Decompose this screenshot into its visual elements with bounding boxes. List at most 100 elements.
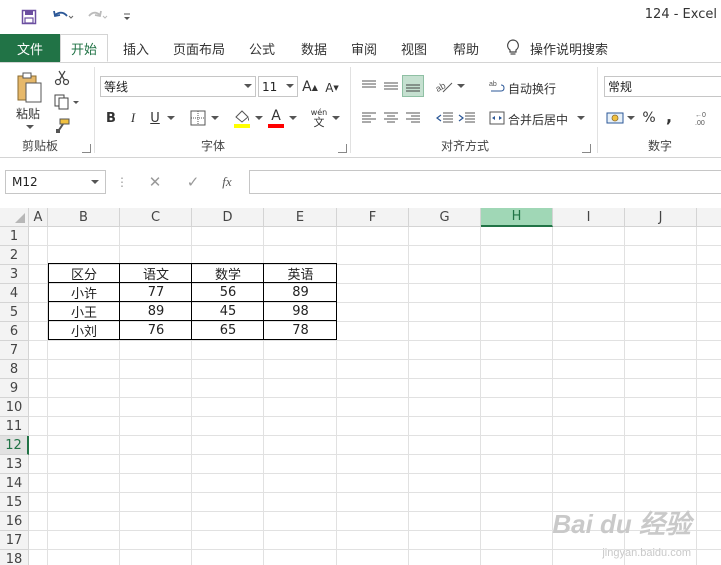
underline-button[interactable]: U	[146, 108, 164, 128]
italic-button[interactable]: I	[124, 108, 142, 128]
align-top-icon[interactable]	[358, 75, 380, 97]
increase-decimal-icon[interactable]: ←0.00	[692, 108, 721, 128]
copy-icon[interactable]	[52, 93, 82, 111]
tab-data[interactable]: 数据	[292, 34, 336, 62]
font-size-combo[interactable]: 11	[258, 76, 298, 97]
cell-d3[interactable]: 数学	[192, 264, 264, 283]
phonetic-guide-button[interactable]: wén 文	[308, 105, 330, 131]
merge-center-icon[interactable]	[488, 108, 506, 128]
underline-dropdown-icon[interactable]	[166, 113, 176, 123]
column-header-f[interactable]: F	[337, 208, 409, 227]
column-header-b[interactable]: B	[48, 208, 120, 227]
orientation-dropdown-icon[interactable]	[456, 81, 466, 91]
format-painter-icon[interactable]	[52, 117, 72, 135]
tab-file[interactable]: 文件	[0, 34, 60, 62]
column-header-c[interactable]: C	[120, 208, 192, 227]
shrink-font-button[interactable]: A ▼	[324, 79, 340, 97]
cell-d5[interactable]: 45	[192, 302, 264, 321]
bold-button[interactable]: B	[102, 108, 120, 128]
grow-font-button[interactable]: A ▲	[302, 77, 318, 97]
paste-label[interactable]: 粘贴	[16, 105, 40, 122]
fill-color-dropdown-icon[interactable]	[254, 113, 264, 123]
row-header-15[interactable]: 15	[0, 493, 29, 512]
paste-dropdown-icon[interactable]	[26, 123, 34, 131]
row-header-12[interactable]: 12	[0, 436, 29, 455]
save-icon[interactable]	[18, 6, 40, 28]
row-header-10[interactable]: 10	[0, 398, 29, 417]
orientation-icon[interactable]: ab	[434, 75, 456, 97]
font-color-button[interactable]: A	[266, 107, 286, 129]
font-name-combo[interactable]: 等线	[100, 76, 256, 97]
row-header-8[interactable]: 8	[0, 360, 29, 379]
wrap-text-icon[interactable]: ab	[488, 77, 506, 97]
row-header-17[interactable]: 17	[0, 531, 29, 550]
alignment-launcher-icon[interactable]	[582, 144, 591, 153]
cell-e6[interactable]: 78	[264, 321, 337, 340]
row-header-11[interactable]: 11	[0, 417, 29, 436]
merge-dropdown-icon[interactable]	[576, 113, 586, 123]
paste-icon[interactable]	[12, 69, 46, 105]
column-header-a[interactable]: A	[29, 208, 48, 227]
row-header-5[interactable]: 5	[0, 303, 29, 322]
redo-icon[interactable]	[84, 6, 110, 28]
cell-e3[interactable]: 英语	[264, 264, 337, 283]
percent-style-button[interactable]: %	[640, 108, 658, 128]
row-header-3[interactable]: 3	[0, 265, 29, 284]
column-header-i[interactable]: I	[553, 208, 625, 227]
tab-view[interactable]: 视图	[392, 34, 436, 62]
confirm-entry-icon[interactable]: ✓	[182, 170, 204, 194]
column-header-d[interactable]: D	[192, 208, 264, 227]
row-header-14[interactable]: 14	[0, 474, 29, 493]
cancel-entry-icon[interactable]: ✕	[144, 170, 166, 194]
font-color-dropdown-icon[interactable]	[288, 113, 298, 123]
cell-c3[interactable]: 语文	[120, 264, 192, 283]
align-right-icon[interactable]	[402, 108, 424, 128]
cell-c5[interactable]: 89	[120, 302, 192, 321]
tab-review[interactable]: 审阅	[342, 34, 386, 62]
cell-d4[interactable]: 56	[192, 283, 264, 302]
cell-c6[interactable]: 76	[120, 321, 192, 340]
row-header-9[interactable]: 9	[0, 379, 29, 398]
align-center-icon[interactable]	[380, 108, 402, 128]
font-launcher-icon[interactable]	[338, 144, 347, 153]
row-header-13[interactable]: 13	[0, 455, 29, 474]
cell-b5[interactable]: 小王	[48, 302, 120, 321]
column-header-j[interactable]: J	[625, 208, 697, 227]
tell-me-search[interactable]: 操作说明搜索	[528, 34, 610, 62]
row-header-2[interactable]: 2	[0, 246, 29, 265]
tab-insert[interactable]: 插入	[113, 34, 159, 62]
row-header-16[interactable]: 16	[0, 512, 29, 531]
lightbulb-icon[interactable]	[502, 34, 524, 62]
name-box[interactable]: M12	[5, 170, 106, 194]
row-header-1[interactable]: 1	[0, 227, 29, 246]
cell-b4[interactable]: 小许	[48, 283, 120, 302]
row-header-6[interactable]: 6	[0, 322, 29, 341]
worksheet-grid[interactable]: A B C D E F G H I J 1 2 3 4 5 6 7 8 9 10…	[0, 208, 721, 565]
row-header-4[interactable]: 4	[0, 284, 29, 303]
merge-center-label[interactable]: 合并后居中	[508, 111, 568, 128]
number-format-combo[interactable]: 常规	[604, 76, 721, 97]
borders-icon[interactable]	[188, 108, 208, 128]
phonetic-dropdown-icon[interactable]	[331, 113, 341, 123]
column-header-g[interactable]: G	[409, 208, 481, 227]
undo-icon[interactable]	[50, 6, 76, 28]
tab-help[interactable]: 帮助	[444, 34, 488, 62]
formula-input[interactable]	[249, 170, 721, 194]
tab-page-layout[interactable]: 页面布局	[166, 34, 232, 62]
wrap-text-label[interactable]: 自动换行	[508, 80, 556, 97]
row-header-18[interactable]: 18	[0, 550, 29, 565]
borders-dropdown-icon[interactable]	[210, 113, 220, 123]
clipboard-launcher-icon[interactable]	[82, 144, 91, 153]
comma-style-button[interactable]: ,	[662, 106, 676, 126]
accounting-dropdown-icon[interactable]	[626, 113, 636, 123]
column-header-e[interactable]: E	[264, 208, 337, 227]
fill-color-icon[interactable]	[232, 107, 252, 129]
formula-bar-grip-icon[interactable]: ⋮	[116, 170, 128, 194]
decrease-indent-icon[interactable]	[434, 108, 456, 128]
accounting-format-icon[interactable]	[604, 108, 626, 128]
align-middle-icon[interactable]	[380, 75, 402, 97]
cell-b3[interactable]: 区分	[48, 264, 120, 283]
row-header-7[interactable]: 7	[0, 341, 29, 360]
increase-indent-icon[interactable]	[456, 108, 478, 128]
cut-icon[interactable]	[52, 69, 72, 87]
